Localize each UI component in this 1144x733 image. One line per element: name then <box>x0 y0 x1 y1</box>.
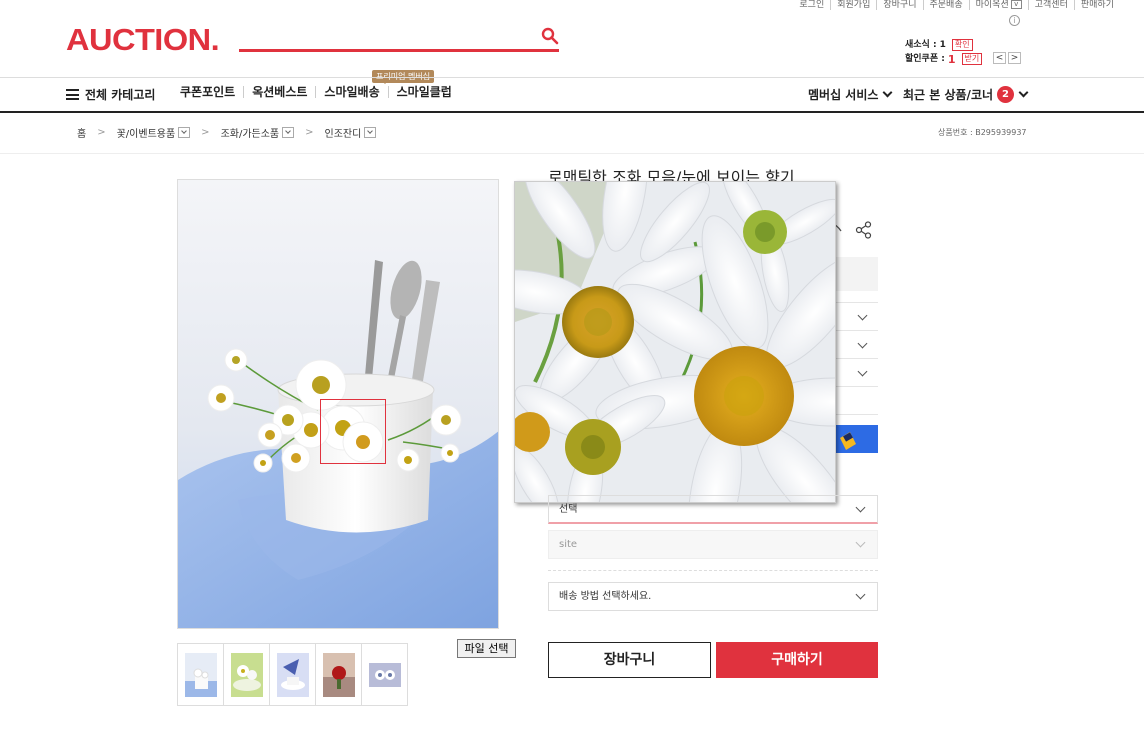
chevron-down-icon <box>1018 87 1029 98</box>
item-number: 상품번호 : B295939937 <box>938 128 1027 137</box>
news-count: 1 <box>939 39 946 50</box>
all-category-label: 전체 카테고리 <box>85 88 156 102</box>
sell-link[interactable]: 판매하기 <box>1073 0 1120 10</box>
thumbnail-image <box>322 652 355 697</box>
signup-link[interactable]: 회원가입 <box>830 0 876 10</box>
thumbnail[interactable] <box>361 643 408 706</box>
flag-icon <box>840 432 856 450</box>
share-icon[interactable] <box>855 221 873 239</box>
zoomed-daisy-photo <box>515 182 835 502</box>
breadcrumb-home[interactable]: 홈 <box>77 125 86 140</box>
thumbnail[interactable] <box>223 643 270 706</box>
shipping-method-select[interactable]: 배송 방법 선택하세요. <box>548 582 878 611</box>
search-input[interactable] <box>239 49 559 52</box>
thumbnail-image <box>184 652 217 697</box>
divider <box>548 570 878 571</box>
utility-links: 로그인 회원가입 장바구니 주문배송 마이옥션 v 고객센터 판매하기 <box>793 0 1120 10</box>
chevron-right-icon: > <box>201 127 210 138</box>
option-select-disabled[interactable]: site <box>548 530 878 559</box>
thumbnail-image <box>276 652 309 697</box>
option-select-value: site <box>559 539 578 550</box>
next-button[interactable]: > <box>1008 52 1021 64</box>
zoom-preview <box>514 181 836 503</box>
menu-icon <box>66 89 79 100</box>
chevron-down-icon <box>855 502 866 513</box>
login-link[interactable]: 로그인 <box>793 0 830 10</box>
breadcrumb-item[interactable]: 조화/가든소품 <box>221 125 280 140</box>
nav-coupon-point[interactable]: 쿠폰포인트 <box>180 86 243 98</box>
dropdown-icon[interactable] <box>364 127 377 138</box>
coupon-count: 1 <box>947 52 956 66</box>
divider <box>834 414 878 415</box>
shipping-method-value: 배송 방법 선택하세요. <box>559 591 652 602</box>
divider <box>834 330 878 331</box>
news-check-button[interactable]: 확인 <box>951 39 973 51</box>
buy-now-button[interactable]: 구매하기 <box>716 642 878 678</box>
global-nav: 전체 카테고리 쿠폰포인트 옥션베스트 스마일배송 스마일클럽 멤버십 서비스 … <box>0 77 1144 113</box>
thumbnail[interactable] <box>177 643 224 706</box>
membership-label: 멤버십 서비스 <box>808 88 879 102</box>
thumbnail-list <box>177 643 408 706</box>
membership-menu[interactable]: 멤버십 서비스 <box>808 86 893 103</box>
coupon-label: 할인쿠폰 : <box>905 53 945 64</box>
breadcrumb: 홈 > 꽃/이벤트용품 > 조화/가든소품 > 인조잔디 <box>77 125 377 140</box>
prev-button[interactable]: < <box>993 52 1006 64</box>
nav-smile-club[interactable]: 스마일클럽 <box>387 86 460 98</box>
recent-count-badge: 2 <box>997 86 1015 103</box>
chevron-down-icon[interactable] <box>857 338 868 349</box>
chevron-down-icon <box>882 87 893 98</box>
dropdown-icon[interactable] <box>178 127 191 138</box>
info-icon[interactable]: i <box>1009 15 1020 26</box>
add-to-cart-button[interactable]: 장바구니 <box>548 642 711 678</box>
logo[interactable]: AUCTION. <box>66 22 220 58</box>
chevron-right-icon: > <box>97 127 106 138</box>
recent-label: 최근 본 상품/코너 <box>903 88 994 102</box>
my-auction-label: 마이옥션 <box>975 0 1009 10</box>
news-label: 새소식 : <box>905 39 937 50</box>
recent-items-menu[interactable]: 최근 본 상품/코너 2 <box>903 86 1029 103</box>
my-auction-link[interactable]: 마이옥션 v <box>968 0 1028 10</box>
search-icon[interactable] <box>541 27 559 45</box>
price-box <box>834 257 878 291</box>
gnb-links: 쿠폰포인트 옥션베스트 스마일배송 스마일클럽 <box>180 86 460 98</box>
chevron-down-icon <box>855 537 866 548</box>
thumbnail[interactable] <box>315 643 362 706</box>
divider <box>834 386 878 387</box>
chevron-down-icon <box>855 589 866 600</box>
thumbnail[interactable] <box>269 643 316 706</box>
divider <box>0 153 1144 154</box>
all-category-button[interactable]: 전체 카테고리 <box>66 86 155 103</box>
coupon-nav: < > <box>993 52 1021 64</box>
thumbnail-image <box>368 662 401 687</box>
nav-smile-delivery[interactable]: 스마일배송 <box>315 86 387 98</box>
breadcrumb-item[interactable]: 꽃/이벤트용품 <box>117 125 176 140</box>
customer-center-link[interactable]: 고객센터 <box>1027 0 1074 10</box>
option-select[interactable]: 선택 <box>548 495 878 524</box>
breadcrumb-item[interactable]: 인조잔디 <box>325 125 362 140</box>
divider <box>834 302 878 303</box>
nav-auction-best[interactable]: 옥션베스트 <box>243 86 315 98</box>
zoom-lens[interactable] <box>320 399 386 464</box>
cart-link[interactable]: 장바구니 <box>876 0 922 10</box>
order-link[interactable]: 주문배송 <box>922 0 969 10</box>
dropdown-icon[interactable] <box>282 127 295 138</box>
coupon-get-button[interactable]: 받기 <box>961 53 983 65</box>
coupon-panel: 새소식 : 1 확인 할인쿠폰 : 1 받기 <box>905 38 983 66</box>
chevron-down-icon[interactable] <box>857 366 868 377</box>
divider <box>834 358 878 359</box>
thumbnail-image <box>230 652 263 697</box>
file-select-button[interactable]: 파일 선택 <box>457 639 516 658</box>
option-select-value: 선택 <box>559 504 578 515</box>
chevron-down-icon[interactable] <box>857 310 868 321</box>
chevron-right-icon: > <box>305 127 314 138</box>
chevron-down-icon: v <box>1010 0 1022 9</box>
